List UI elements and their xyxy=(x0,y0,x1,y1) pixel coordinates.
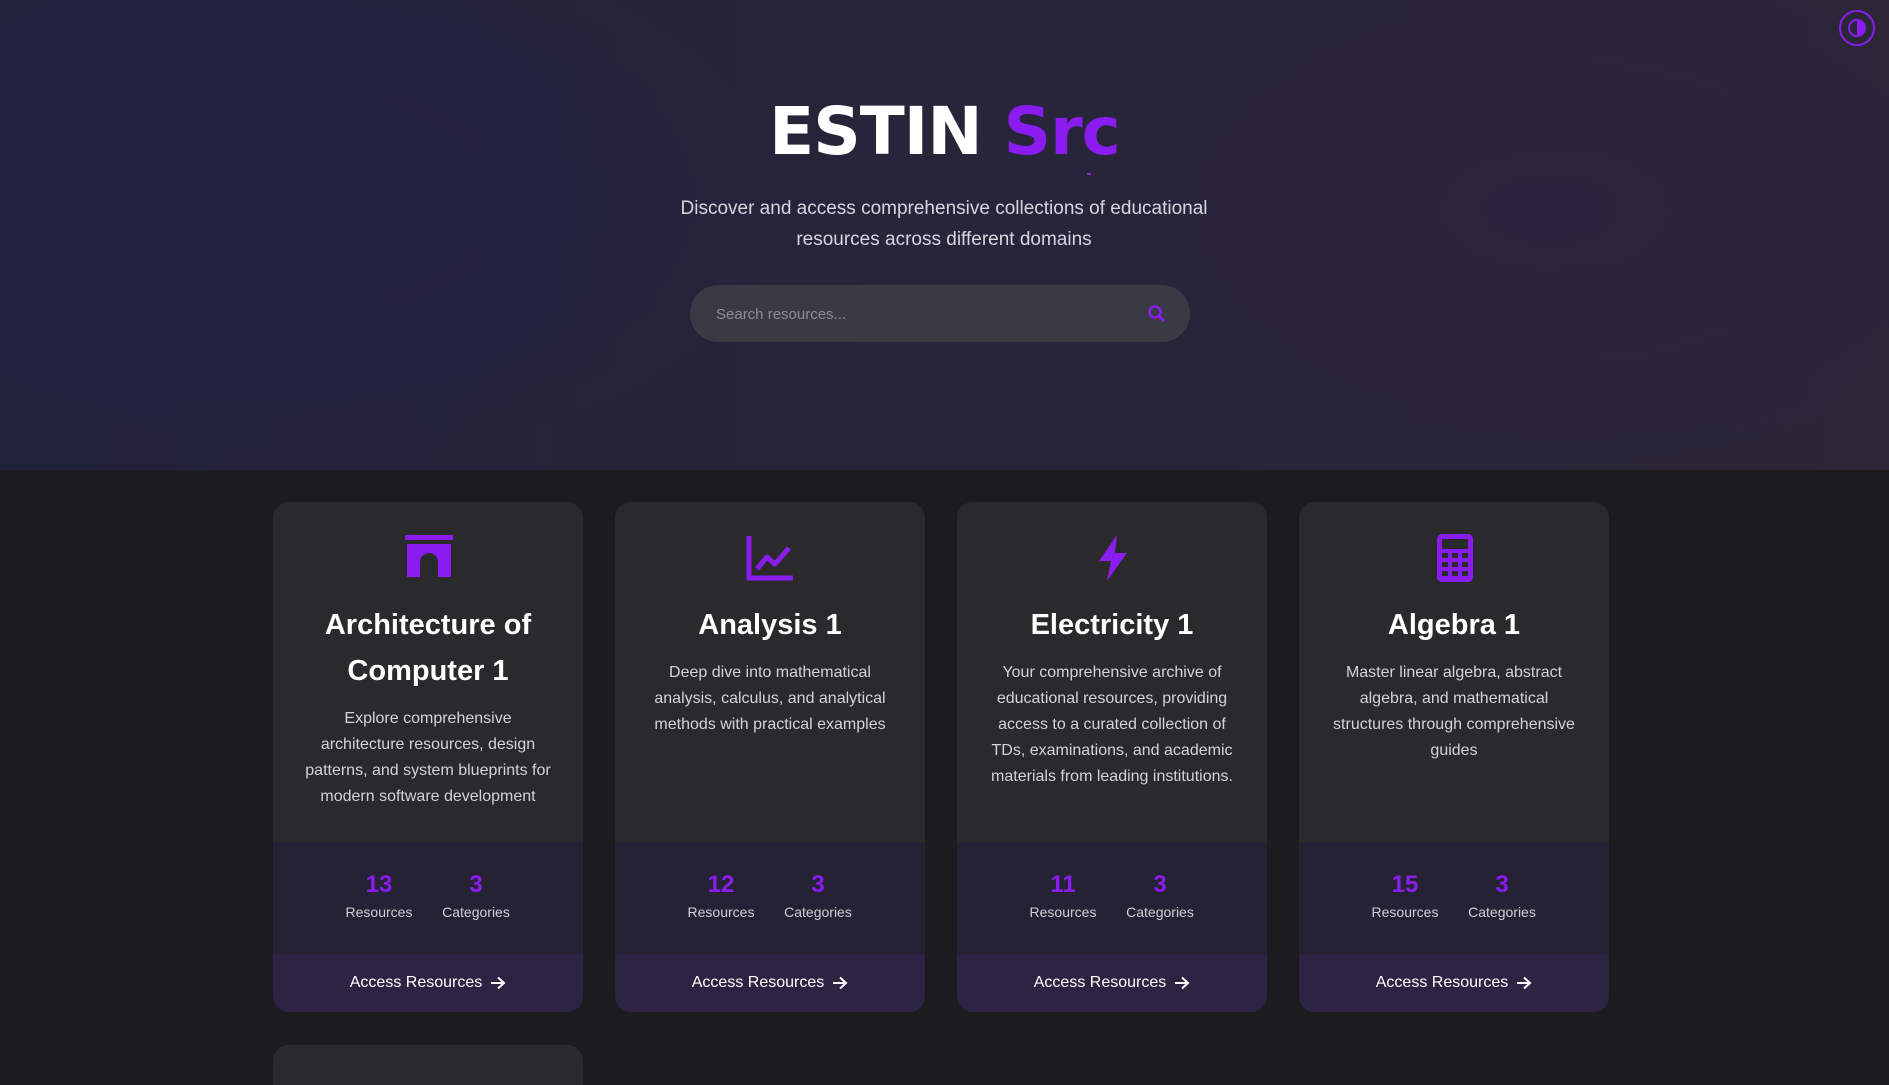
arrow-right-icon xyxy=(1517,976,1532,990)
card-body: Analysis 1 Deep dive into mathematical a… xyxy=(615,502,925,770)
subject-card: Algebra 1 Master linear algebra, abstrac… xyxy=(1299,502,1609,1012)
resources-stat: 13 Resources xyxy=(329,870,429,920)
categories-count: 3 xyxy=(469,871,483,898)
access-resources-button[interactable]: Access Resources xyxy=(615,954,925,1012)
resources-stat: 12 Resources xyxy=(671,870,771,920)
page-title: ESTIN Src xyxy=(0,92,1889,172)
card-description: Master linear algebra, abstract algebra,… xyxy=(1333,664,1575,759)
subject-card: Electricity 1 Your comprehensive archive… xyxy=(957,502,1267,1012)
access-resources-label: Access Resources xyxy=(349,974,483,991)
card-title: Algebra 1 xyxy=(1387,609,1521,641)
typing-cursor xyxy=(1087,173,1091,175)
archway-icon xyxy=(405,535,453,577)
card-description: Your comprehensive archive of educationa… xyxy=(991,664,1233,785)
card-description: Deep dive into mathematical analysis, ca… xyxy=(654,664,886,733)
categories-label: Categories xyxy=(1126,904,1194,920)
subject-card: Architecture of Computer 1 Explore compr… xyxy=(273,502,583,1012)
resources-count: 13 xyxy=(365,871,393,898)
arrow-right-icon xyxy=(491,976,506,990)
card-title: Architecture of Computer 1 xyxy=(324,609,532,687)
categories-stat: 3 Categories xyxy=(426,870,526,920)
card-body: Algebra 1 Master linear algebra, abstrac… xyxy=(1299,502,1609,794)
categories-label: Categories xyxy=(442,904,510,920)
search-icon xyxy=(1148,305,1165,322)
subject-card: Analysis 1 Deep dive into mathematical a… xyxy=(615,502,925,1012)
card-stats: 12 Resources 3 Categories xyxy=(615,842,925,954)
access-resources-button[interactable]: Access Resources xyxy=(273,954,583,1012)
categories-stat: 3 Categories xyxy=(1110,870,1210,920)
access-resources-label: Access Resources xyxy=(691,974,825,991)
categories-stat: 3 Categories xyxy=(768,870,868,920)
access-resources-button[interactable]: Access Resources xyxy=(957,954,1267,1012)
card-title: Analysis 1 xyxy=(698,609,842,641)
card-stats: 11 Resources 3 Categories xyxy=(957,842,1267,954)
search-button[interactable] xyxy=(1146,303,1168,325)
resources-label: Resources xyxy=(1371,904,1439,920)
card-body: Electricity 1 Your comprehensive archive… xyxy=(957,502,1267,820)
resources-label: Resources xyxy=(345,904,413,920)
resources-stat: 15 Resources xyxy=(1355,870,1455,920)
categories-label: Categories xyxy=(784,904,852,920)
card-description: Explore comprehensive architecture resou… xyxy=(305,710,551,805)
resources-label: Resources xyxy=(1029,904,1097,920)
search-input[interactable] xyxy=(714,285,1118,344)
resources-count: 15 xyxy=(1391,871,1419,898)
card-body: Architecture of Computer 1 Explore compr… xyxy=(273,502,583,842)
resources-label: Resources xyxy=(687,904,755,920)
title-accent: Src xyxy=(1003,93,1121,170)
card-stats: 13 Resources 3 Categories xyxy=(273,842,583,954)
title-main: ESTIN xyxy=(769,93,982,170)
categories-count: 3 xyxy=(1153,871,1167,898)
access-resources-label: Access Resources xyxy=(1033,974,1167,991)
chart-line-icon xyxy=(746,536,793,581)
hero-section: ESTIN Src Discover and access comprehens… xyxy=(0,0,1889,470)
theme-toggle-button[interactable] xyxy=(1839,10,1875,46)
arrow-right-icon xyxy=(1175,976,1190,990)
subject-card-partial xyxy=(273,1045,583,1085)
categories-count: 3 xyxy=(1495,871,1509,898)
card-title: Electricity 1 xyxy=(1030,609,1194,641)
bolt-icon xyxy=(1099,535,1127,581)
resources-count: 11 xyxy=(1050,871,1076,898)
categories-label: Categories xyxy=(1468,904,1536,920)
arrow-right-icon xyxy=(833,976,848,990)
contrast-icon xyxy=(1848,19,1866,37)
search-bar xyxy=(690,285,1190,344)
resources-count: 12 xyxy=(707,871,735,898)
resources-stat: 11 Resources xyxy=(1013,870,1113,920)
access-resources-label: Access Resources xyxy=(1375,974,1509,991)
categories-count: 3 xyxy=(811,871,825,898)
categories-stat: 3 Categories xyxy=(1452,870,1552,920)
page-subtitle: Discover and access comprehensive collec… xyxy=(680,198,1208,250)
card-stats: 15 Resources 3 Categories xyxy=(1299,842,1609,954)
access-resources-button[interactable]: Access Resources xyxy=(1299,954,1609,1012)
calculator-icon xyxy=(1437,534,1473,582)
